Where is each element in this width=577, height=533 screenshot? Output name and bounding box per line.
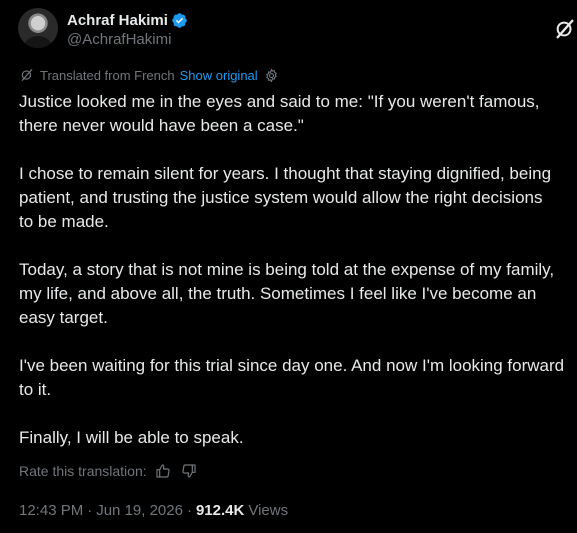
author-names: Achraf Hakimi @AchrafHakimi [67,10,188,48]
text-line: Today, a story that is not mine is being… [19,260,555,279]
separator: · [87,501,93,519]
grok-icon[interactable] [554,18,576,40]
gear-icon[interactable] [264,67,279,83]
separator: · [186,501,192,519]
tweet: Achraf Hakimi @AchrafHakimi Translated f… [0,0,577,533]
author-display-name[interactable]: Achraf Hakimi [67,12,168,29]
thumbs-down-icon[interactable] [181,463,197,479]
text-line: patient, and trusting the justice system… [19,188,543,207]
text-line: Finally, I will be able to speak. [19,428,244,447]
paragraph: I've been waiting for this trial since d… [19,354,577,402]
tweet-date[interactable]: Jun 19, 2026 [96,502,183,519]
author-handle[interactable]: @AchrafHakimi [67,31,188,48]
avatar[interactable] [18,8,58,48]
views-label: Views [248,501,289,519]
grok-translate-icon [21,69,33,81]
text-line: I've been waiting for this trial since d… [19,356,565,375]
name-row: Achraf Hakimi [67,10,188,30]
translation-notice: Translated from French Show original [20,66,279,84]
tweet-meta: 12:43 PM · Jun 19, 2026 · 912.4K Views [19,500,288,520]
views-count[interactable]: 912.4K [196,502,244,519]
text-line: there never would have been a case." [19,116,304,135]
show-original-link[interactable]: Show original [180,68,258,83]
tweet-text: Justice looked me in the eyes and said t… [19,90,577,450]
paragraph: Finally, I will be able to speak. [19,426,577,450]
verified-badge-icon [172,12,187,28]
rate-translation: Rate this translation: [19,461,197,481]
paragraph: Today, a story that is not mine is being… [19,258,577,330]
thumbs-up-icon[interactable] [155,463,171,479]
tweet-header: Achraf Hakimi @AchrafHakimi [18,8,577,52]
paragraph: I chose to remain silent for years. I th… [19,162,577,234]
text-line: easy target. [19,308,108,327]
text-line: Justice looked me in the eyes and said t… [19,92,540,111]
text-line: I chose to remain silent for years. I th… [19,164,552,183]
text-line: to it. [19,380,52,399]
text-line: my life, and above all, the truth. Somet… [19,284,537,303]
translated-label: Translated from French [40,67,175,83]
text-line: to be made. [19,212,109,231]
rate-label: Rate this translation: [19,463,147,479]
tweet-time[interactable]: 12:43 PM [19,502,83,519]
paragraph: Justice looked me in the eyes and said t… [19,90,577,138]
